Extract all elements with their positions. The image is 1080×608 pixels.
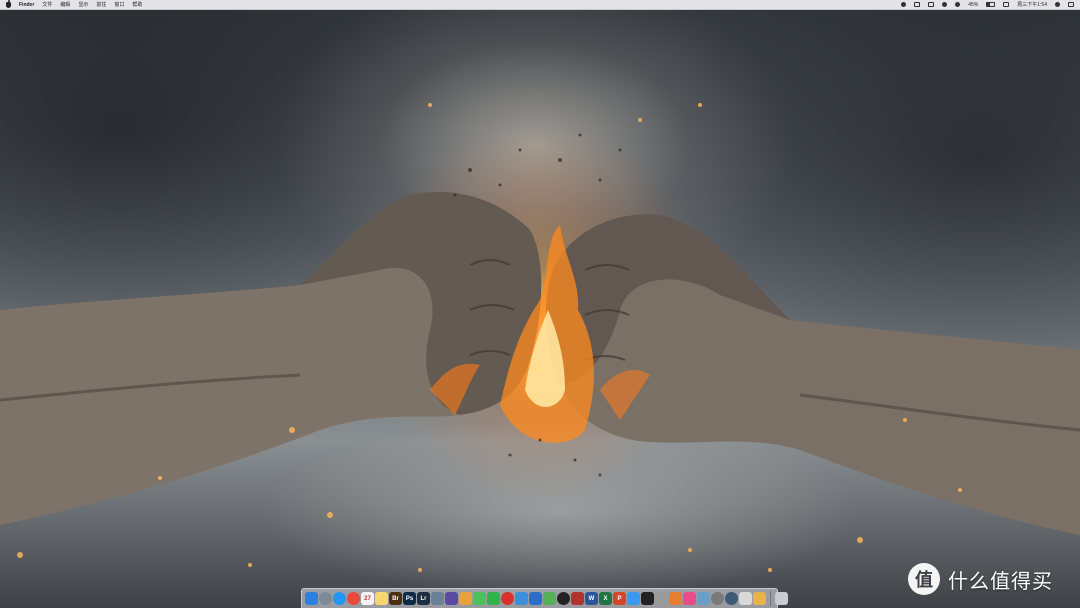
- word-icon[interactable]: W: [585, 592, 598, 605]
- menu-go[interactable]: 前往: [96, 0, 106, 10]
- qq-icon[interactable]: [557, 592, 570, 605]
- books-icon[interactable]: [669, 592, 682, 605]
- notification-center-icon[interactable]: [1068, 2, 1074, 7]
- menu-bar: Finder 文件 编辑 显示 前往 窗口 帮助 45% 周三下午1:54: [0, 0, 1080, 10]
- powerpoint-icon[interactable]: P: [613, 592, 626, 605]
- watermark-text: 什么值得买: [948, 568, 1053, 593]
- imovie-icon[interactable]: [445, 592, 458, 605]
- wechat-icon[interactable]: [487, 592, 500, 605]
- calendar-icon[interactable]: 27: [361, 592, 374, 605]
- input-method-icon[interactable]: [1003, 2, 1010, 7]
- lightroom-icon[interactable]: Lr: [417, 592, 430, 605]
- mail-icon[interactable]: [515, 592, 528, 605]
- photo-booth-icon[interactable]: [571, 592, 584, 605]
- adobe-tray-icon[interactable]: [914, 2, 921, 7]
- display-tray-icon[interactable]: [928, 2, 935, 7]
- safari-icon[interactable]: [333, 592, 346, 605]
- notes-icon[interactable]: [375, 592, 388, 605]
- pinwheel-icon[interactable]: [753, 592, 766, 605]
- app-store-icon[interactable]: [627, 592, 640, 605]
- preview-icon[interactable]: [697, 592, 710, 605]
- dock: 27 Br Ps Lr W X P: [301, 588, 788, 608]
- clock[interactable]: 周三下午1:54: [1017, 0, 1047, 10]
- dock-separator: [770, 591, 771, 606]
- dock-apps: 27 Br Ps Lr W X P: [305, 592, 766, 605]
- maps-icon[interactable]: [543, 592, 556, 605]
- desktop-wallpaper: [0, 10, 1080, 608]
- bluetooth-icon[interactable]: [942, 2, 948, 7]
- launchpad-icon[interactable]: [319, 592, 332, 605]
- bridge-icon[interactable]: Br: [389, 592, 402, 605]
- messages-icon[interactable]: [473, 592, 486, 605]
- activity-monitor-icon[interactable]: [725, 592, 738, 605]
- wifi-icon[interactable]: [955, 2, 961, 7]
- image-capture-icon[interactable]: [431, 592, 444, 605]
- trash-icon[interactable]: [775, 592, 788, 605]
- textedit-icon[interactable]: [739, 592, 752, 605]
- system-preferences-icon[interactable]: [711, 592, 724, 605]
- battery-icon[interactable]: [986, 2, 996, 7]
- menu-edit[interactable]: 编辑: [60, 0, 70, 10]
- finder-icon[interactable]: [305, 592, 318, 605]
- pen-icon[interactable]: [655, 592, 668, 605]
- photos-icon[interactable]: [459, 592, 472, 605]
- battery-percent: 45%: [968, 1, 979, 8]
- watermark: 值 什么值得买: [908, 562, 1053, 596]
- netease-music-icon[interactable]: [501, 592, 514, 605]
- keynote-icon[interactable]: [529, 592, 542, 605]
- menu-app-name[interactable]: Finder: [19, 0, 34, 10]
- menu-view[interactable]: 显示: [78, 0, 88, 10]
- terminal-icon[interactable]: [641, 592, 654, 605]
- apple-menu-icon[interactable]: [6, 0, 11, 8]
- status-app-icon[interactable]: [901, 2, 907, 7]
- menu-file[interactable]: 文件: [42, 0, 52, 10]
- menu-help[interactable]: 帮助: [132, 0, 142, 10]
- chrome-icon[interactable]: [347, 592, 360, 605]
- watermark-logo: 值: [908, 563, 940, 595]
- excel-icon[interactable]: X: [599, 592, 612, 605]
- wallpaper-art: [0, 103, 1080, 572]
- spotlight-search-icon[interactable]: [1055, 2, 1060, 7]
- photoshop-icon[interactable]: Ps: [403, 592, 416, 605]
- music-icon[interactable]: [683, 592, 696, 605]
- menu-window[interactable]: 窗口: [114, 0, 124, 10]
